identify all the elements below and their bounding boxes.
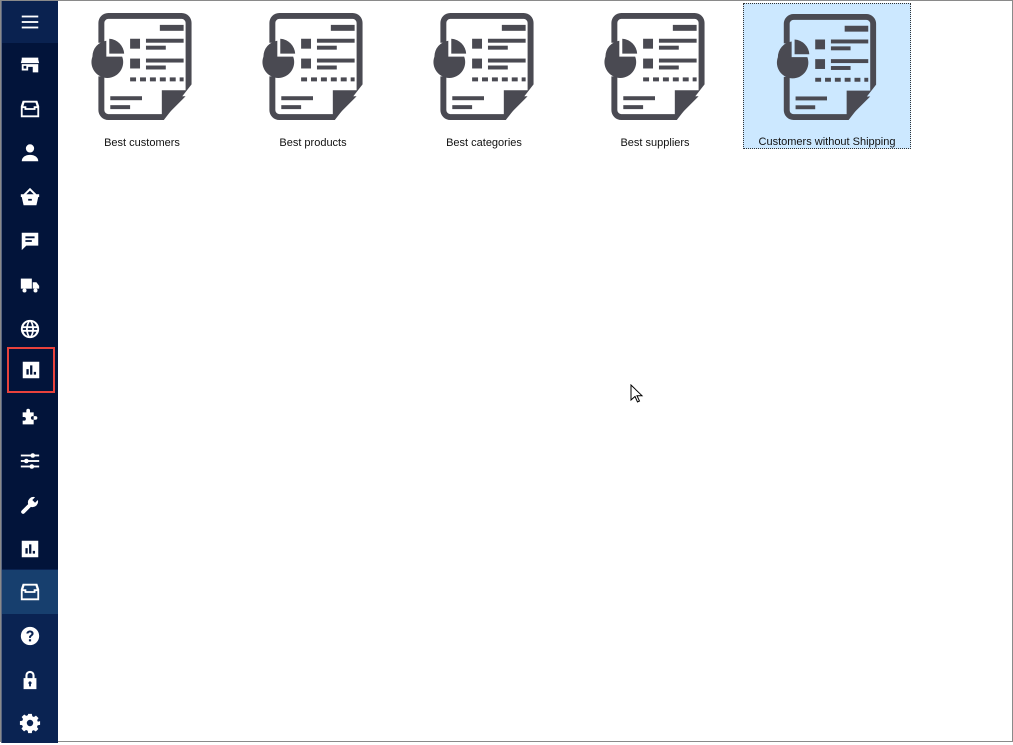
report-document-icon — [91, 12, 192, 121]
report-label: Best categories — [446, 137, 522, 149]
sidebar — [1, 1, 58, 743]
menu-icon — [21, 15, 39, 29]
puzzle-icon — [22, 408, 38, 425]
report-label: Customers without Shipping — [758, 136, 896, 148]
app-window: Best customers Best products Best catego… — [0, 0, 1013, 743]
sidebar-item-shipping[interactable] — [2, 263, 58, 307]
report-label: Best suppliers — [620, 137, 690, 149]
archive-icon — [20, 583, 40, 601]
inbox-icon — [20, 100, 40, 118]
report-document-icon — [604, 12, 705, 121]
lock-icon — [23, 670, 37, 690]
sidebar-item-settings[interactable] — [2, 439, 58, 483]
truck-icon — [20, 278, 40, 293]
globe-icon — [20, 319, 40, 339]
sidebar-item-messages[interactable] — [2, 219, 58, 263]
chart-icon — [21, 540, 39, 558]
sidebar-item-reports[interactable] — [7, 347, 55, 393]
sidebar-item-tools[interactable] — [2, 483, 58, 527]
chart-icon — [22, 361, 40, 379]
mouse-cursor-icon — [630, 384, 644, 403]
report-tile[interactable]: Best categories — [400, 3, 568, 149]
sliders-icon — [20, 453, 40, 469]
basket-icon — [20, 187, 40, 206]
report-label: Best customers — [104, 137, 180, 149]
store-icon — [20, 57, 40, 73]
sidebar-item-preferences[interactable] — [2, 701, 58, 745]
sidebar-item-archive[interactable] — [2, 570, 58, 614]
chat-icon — [21, 232, 39, 251]
gear-icon — [19, 713, 41, 734]
sidebar-item-lock[interactable] — [2, 658, 58, 702]
wrench-icon — [21, 496, 39, 514]
sidebar-item-menu[interactable] — [2, 1, 58, 43]
report-document-icon — [262, 12, 363, 121]
sidebar-item-customers[interactable] — [2, 131, 58, 175]
reports-view: Best customers Best products Best catego… — [58, 1, 1012, 741]
sidebar-item-inbox[interactable] — [2, 87, 58, 131]
report-tile[interactable]: Best customers — [58, 3, 226, 149]
user-icon — [21, 144, 39, 162]
sidebar-item-modules[interactable] — [2, 395, 58, 439]
sidebar-item-store[interactable] — [2, 43, 58, 87]
sidebar-item-orders[interactable] — [2, 175, 58, 219]
sidebar-item-help[interactable] — [2, 614, 58, 658]
sidebar-item-statistics[interactable] — [2, 527, 58, 571]
sidebar-item-localization[interactable] — [2, 307, 58, 351]
report-tile[interactable]: Best products — [229, 3, 397, 149]
report-document-icon — [776, 13, 877, 121]
report-document-icon — [433, 12, 534, 121]
help-icon — [20, 626, 40, 646]
report-tile[interactable]: Best suppliers — [571, 3, 739, 149]
report-label: Best products — [279, 137, 347, 149]
report-tile[interactable]: Customers without Shipping — [743, 3, 911, 149]
